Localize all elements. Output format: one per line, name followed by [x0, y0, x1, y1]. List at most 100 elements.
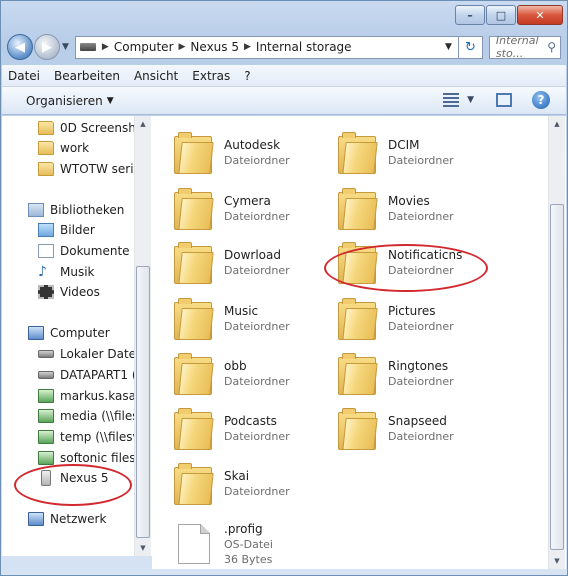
item-name: Dowrload [224, 248, 281, 262]
folder-icon [174, 242, 214, 284]
folder-icon [338, 353, 378, 395]
navigation-bar: ◀ ▶ ▼ ▶ Computer ▶ Nexus 5 ▶ Internal st… [7, 33, 561, 61]
sidebar-item-label: DATAPART1 (E [60, 368, 145, 382]
videos-icon [38, 285, 54, 299]
file-item[interactable]: .profig OS-Datei 36 Bytes [178, 514, 338, 569]
item-name: DCIM [388, 138, 420, 152]
sidebar-item-label: Dokumente [60, 244, 130, 258]
refresh-icon: ↻ [464, 39, 476, 55]
search-icon[interactable]: ⚲ [547, 40, 556, 54]
folder-item[interactable]: Autodesk Dateiordner [174, 126, 334, 180]
folder-item[interactable]: Pictures Dateiordner [338, 292, 498, 346]
folder-item[interactable]: Skai Dateiordner [174, 457, 334, 511]
item-type: Dateiordner [388, 430, 454, 443]
sidebar-item-netzwerk[interactable]: Netzwerk [28, 509, 106, 529]
sidebar-item-videos[interactable]: Videos [38, 282, 100, 302]
network-drive-icon [38, 409, 54, 423]
sidebar-item-work[interactable]: work [38, 138, 89, 158]
close-button[interactable]: ✕ [517, 5, 563, 25]
chevron-right-icon[interactable]: ▶ [102, 42, 109, 52]
item-type: Dateiordner [388, 375, 454, 388]
breadcrumb-internal-storage[interactable]: Internal storage [256, 40, 352, 54]
sidebar-item-media[interactable]: media (\\filesv [38, 406, 146, 426]
sidebar-item-wtotw-series[interactable]: WTOTW series [38, 159, 147, 179]
content-scrollbar[interactable]: ▲ ▼ [548, 116, 565, 569]
preview-pane-icon[interactable] [496, 93, 512, 107]
folder-item[interactable]: obb Dateiordner [174, 347, 334, 401]
item-type: Dateiordner [388, 210, 454, 223]
explorer-window: – □ ✕ ◀ ▶ ▼ ▶ Computer ▶ Nexus 5 ▶ Inter… [0, 0, 568, 576]
folder-item[interactable]: Movies Dateiordner [338, 182, 498, 236]
folder-icon [174, 188, 214, 230]
search-placeholder: Internal sto... [495, 34, 539, 60]
recent-pages-dropdown[interactable]: ▼ [62, 42, 69, 52]
chevron-down-icon[interactable]: ▼ [445, 42, 452, 52]
sidebar-item-datapart1[interactable]: DATAPART1 (E [38, 365, 144, 385]
item-type: Dateiordner [224, 154, 290, 167]
chevron-down-icon[interactable]: ▼ [467, 95, 474, 105]
breadcrumb-computer[interactable]: Computer [114, 40, 174, 54]
computer-icon [28, 326, 44, 340]
folder-icon [338, 408, 378, 450]
chevron-down-icon[interactable]: ▼ [107, 96, 114, 106]
library-icon [28, 203, 44, 217]
folder-item[interactable]: Dowrload Dateiordner [174, 236, 334, 290]
sidebar-scroll-thumb[interactable] [136, 266, 150, 538]
folder-item[interactable]: Snapseed Dateiordner [338, 402, 498, 456]
folder-icon [174, 298, 214, 340]
sidebar-item-label: Computer [50, 326, 110, 340]
back-button[interactable]: ◀ [7, 34, 33, 60]
scroll-down-arrow-icon[interactable]: ▼ [549, 553, 565, 569]
menu-item-help[interactable]: ? [244, 69, 250, 83]
item-name: Cymera [224, 194, 271, 208]
sidebar-item-label: Musik [60, 265, 95, 279]
folder-item[interactable]: Music Dateiordner [174, 292, 334, 346]
sidebar-item-bibliotheken[interactable]: Bibliotheken [28, 200, 124, 220]
sidebar-scrollbar[interactable]: ▲ ▼ [134, 116, 151, 556]
forward-arrow-icon: ▶ [42, 39, 52, 55]
sidebar-item-bilder[interactable]: Bilder [38, 220, 95, 240]
sidebar-item-lokaler-datentraeger[interactable]: Lokaler Datent [38, 344, 148, 364]
network-drive-icon [38, 430, 54, 444]
folder-icon [174, 132, 214, 174]
menu-item-datei[interactable]: Datei [8, 69, 40, 83]
menu-item-ansicht[interactable]: Ansicht [134, 69, 178, 83]
menu-bar: Datei Bearbeiten Ansicht Extras ? [2, 65, 566, 87]
help-icon[interactable]: ? [532, 91, 550, 109]
folder-item[interactable]: Ringtones Dateiordner [338, 347, 498, 401]
item-type: Dateiordner [224, 320, 290, 333]
address-bar[interactable]: ▶ Computer ▶ Nexus 5 ▶ Internal storage … [74, 35, 459, 59]
scroll-up-arrow-icon[interactable]: ▲ [135, 116, 151, 132]
maximize-button[interactable]: □ [486, 5, 516, 25]
view-options-icon[interactable] [443, 93, 460, 107]
sidebar-item-0d-screenshot[interactable]: 0D Screenshot [38, 118, 148, 138]
drive-icon [79, 43, 96, 51]
file-name: .profig [224, 521, 263, 536]
folder-item[interactable]: Podcasts Dateiordner [174, 402, 334, 456]
folder-item[interactable]: DCIM Dateiordner [338, 126, 498, 180]
organize-button[interactable]: Organisieren [26, 94, 103, 108]
sidebar-item-computer[interactable]: Computer [28, 323, 110, 343]
minimize-button[interactable]: – [455, 5, 485, 25]
folder-item[interactable]: Cymera Dateiordner [174, 182, 334, 236]
folder-icon [338, 298, 378, 340]
chevron-right-icon[interactable]: ▶ [244, 42, 251, 52]
search-input[interactable]: Internal sto... ⚲ [488, 34, 561, 60]
menu-item-bearbeiten[interactable]: Bearbeiten [54, 69, 120, 83]
refresh-button[interactable]: ↻ [458, 35, 483, 59]
scroll-up-arrow-icon[interactable]: ▲ [549, 116, 565, 132]
sidebar-item-markus-kasanmascheff[interactable]: markus.kasanr [38, 386, 148, 406]
forward-button[interactable]: ▶ [34, 34, 60, 60]
scroll-down-arrow-icon[interactable]: ▼ [135, 540, 151, 556]
breadcrumb-nexus-5[interactable]: Nexus 5 [190, 40, 239, 54]
content-scroll-thumb[interactable] [550, 204, 564, 550]
sidebar-item-dokumente[interactable]: Dokumente [38, 241, 130, 261]
item-name: Podcasts [224, 414, 277, 428]
chevron-right-icon[interactable]: ▶ [179, 42, 186, 52]
back-arrow-icon: ◀ [15, 39, 25, 55]
sidebar-item-temp[interactable]: temp (\\filesvr [38, 427, 145, 447]
sidebar-item-musik[interactable]: ♪ Musik [38, 262, 95, 282]
menu-item-extras[interactable]: Extras [192, 69, 230, 83]
navigation-pane: 0D Screenshot work WTOTW series Biblioth… [2, 116, 152, 556]
folder-icon [338, 132, 378, 174]
